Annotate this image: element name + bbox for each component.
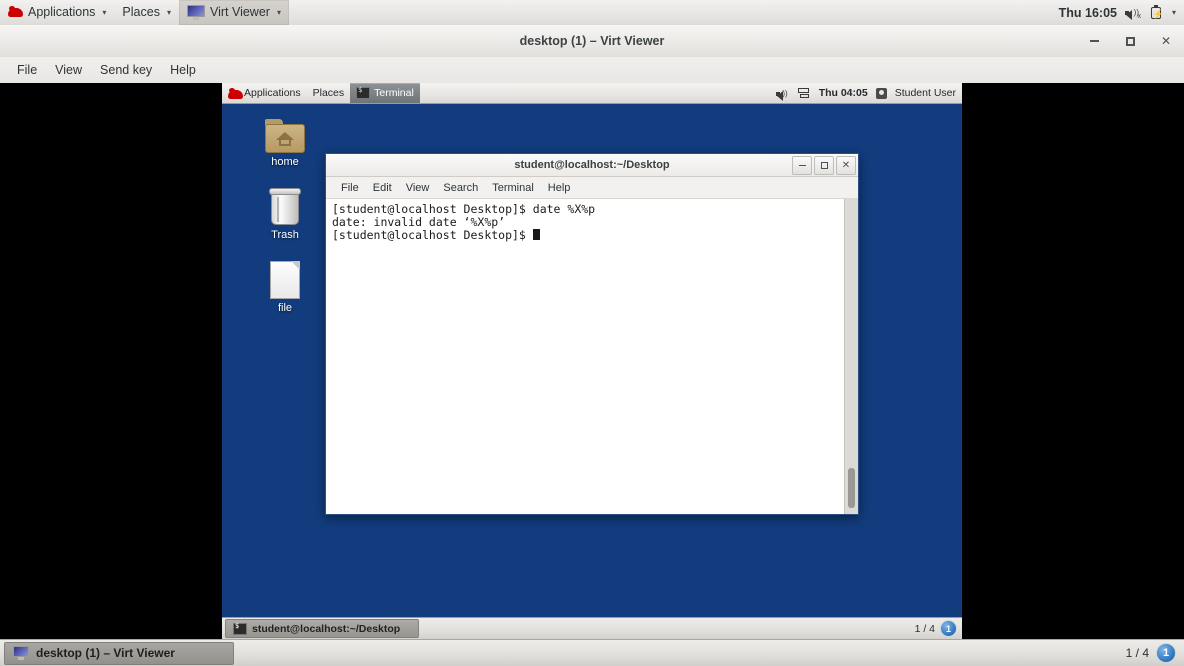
terminal-line-3: [student@localhost Desktop]$ xyxy=(332,228,533,243)
monitor-icon xyxy=(13,646,29,660)
host-menu-applications[interactable]: Applications ▾ xyxy=(0,0,114,25)
host-workspace-switcher[interactable]: 1 / 4 1 xyxy=(1126,643,1180,663)
file-icon xyxy=(270,261,300,299)
guest-menu-places-label: Places xyxy=(312,87,345,99)
desktop-icon-trash-label: Trash xyxy=(271,229,299,241)
host-panel-status-area: Thu 16:05 )) x ⚡ ▾ xyxy=(1051,5,1184,20)
menu-send-key[interactable]: Send key xyxy=(91,60,161,80)
close-button[interactable]: ✕ xyxy=(1158,33,1174,49)
host-workspace-label: 1 / 4 xyxy=(1125,646,1149,660)
guest-user-label[interactable]: Student User xyxy=(895,87,956,99)
host-menu-virt-viewer[interactable]: Virt Viewer ▾ xyxy=(178,0,289,25)
terminal-scrollbar-thumb[interactable] xyxy=(848,468,855,508)
monitor-icon xyxy=(186,5,205,20)
host-menu-applications-label: Applications xyxy=(28,5,96,19)
terminal-minimize-button[interactable] xyxy=(792,156,812,175)
host-workspace-badge[interactable]: 1 xyxy=(1156,643,1176,663)
terminal-scrollbar[interactable] xyxy=(844,199,858,514)
red-hat-logo-icon xyxy=(228,88,243,99)
maximize-button[interactable] xyxy=(1122,33,1138,49)
desktop-icon-file-label: file xyxy=(277,302,293,314)
terminal-menubar: File Edit View Search Terminal Help xyxy=(326,177,858,199)
user-icon xyxy=(875,87,887,99)
host-menu-virt-viewer-label: Virt Viewer xyxy=(209,5,270,19)
terminal-menu-search[interactable]: Search xyxy=(436,180,485,196)
terminal-menu-help[interactable]: Help xyxy=(541,180,578,196)
minimize-button[interactable] xyxy=(1086,33,1102,49)
virt-viewer-menubar: File View Send key Help xyxy=(0,57,1184,83)
chevron-down-icon[interactable]: ▾ xyxy=(1172,8,1176,17)
guest-desktop[interactable]: Applications Places Terminal )) Thu xyxy=(222,83,962,639)
virt-viewer-titlebar: desktop (1) – Virt Viewer ✕ xyxy=(0,25,1184,58)
guest-menu-applications-label: Applications xyxy=(244,87,301,99)
guest-workspace-badge[interactable]: 1 xyxy=(940,620,957,637)
terminal-menu-view[interactable]: View xyxy=(399,180,437,196)
host-taskbar-window-label: desktop (1) – Virt Viewer xyxy=(36,646,175,660)
terminal-window[interactable]: student@localhost:~/Desktop ✕ File Edit … xyxy=(325,153,859,515)
chevron-down-icon: ▾ xyxy=(276,8,281,17)
guest-menu-applications[interactable]: Applications xyxy=(222,83,307,103)
guest-taskbar: student@localhost:~/Desktop 1 / 4 1 xyxy=(222,617,962,639)
network-icon[interactable] xyxy=(797,87,811,99)
desktop-icon-file[interactable]: file xyxy=(252,261,318,314)
menu-help[interactable]: Help xyxy=(161,60,205,80)
battery-icon[interactable]: ⚡ xyxy=(1150,5,1164,20)
menu-view[interactable]: View xyxy=(46,60,91,80)
trash-icon xyxy=(268,188,302,226)
terminal-titlebar: student@localhost:~/Desktop ✕ xyxy=(326,154,858,177)
host-menu-places-label: Places xyxy=(122,5,160,19)
guest-workspace-switcher[interactable]: 1 / 4 1 xyxy=(915,620,959,637)
guest-clock[interactable]: Thu 04:05 xyxy=(819,87,868,99)
virt-viewer-title: desktop (1) – Virt Viewer xyxy=(519,34,665,48)
chevron-down-icon: ▾ xyxy=(102,8,107,17)
host-taskbar: desktop (1) – Virt Viewer 1 / 4 1 xyxy=(0,639,1184,666)
terminal-close-button[interactable]: ✕ xyxy=(836,156,856,175)
terminal-menu-edit[interactable]: Edit xyxy=(366,180,399,196)
guest-display-canvas[interactable]: Applications Places Terminal )) Thu xyxy=(0,83,1184,639)
guest-top-panel: Applications Places Terminal )) Thu xyxy=(222,83,962,104)
volume-muted-icon[interactable]: )) x xyxy=(1124,6,1141,20)
terminal-maximize-button[interactable] xyxy=(814,156,834,175)
terminal-cursor xyxy=(532,229,540,241)
guest-menu-terminal-label: Terminal xyxy=(374,87,414,99)
home-folder-icon xyxy=(265,119,305,153)
chevron-down-icon: ▾ xyxy=(166,8,171,17)
guest-taskbar-window-button[interactable]: student@localhost:~/Desktop xyxy=(225,619,419,638)
terminal-line-1: [student@localhost Desktop]$ date %X%p xyxy=(332,202,596,216)
desktop-icon-home[interactable]: home xyxy=(252,119,318,168)
host-menu-places[interactable]: Places ▾ xyxy=(114,0,179,25)
terminal-line-2: date: invalid date ‘%X%p’ xyxy=(332,215,506,230)
terminal-window-controls: ✕ xyxy=(792,156,856,175)
terminal-menu-terminal[interactable]: Terminal xyxy=(485,180,541,196)
terminal-icon xyxy=(233,622,247,635)
terminal-text: [student@localhost Desktop]$ date %X%p d… xyxy=(326,199,858,247)
host-clock[interactable]: Thu 16:05 xyxy=(1051,6,1125,20)
guest-panel-status-area: )) Thu 04:05 Student User xyxy=(775,87,962,101)
screen: Applications ▾ Places ▾ Virt Viewer ▾ Th… xyxy=(0,0,1184,666)
host-top-panel: Applications ▾ Places ▾ Virt Viewer ▾ Th… xyxy=(0,0,1184,26)
desktop-icon-home-label: home xyxy=(271,156,299,168)
terminal-output-area[interactable]: [student@localhost Desktop]$ date %X%p d… xyxy=(326,199,858,514)
terminal-icon xyxy=(356,86,371,99)
red-hat-logo-icon xyxy=(8,6,23,19)
virt-viewer-window-controls: ✕ xyxy=(1086,25,1174,57)
terminal-title: student@localhost:~/Desktop xyxy=(514,159,670,171)
terminal-menu-file[interactable]: File xyxy=(334,180,366,196)
guest-menu-places[interactable]: Places xyxy=(307,83,351,103)
guest-window-menu-terminal[interactable]: Terminal xyxy=(350,83,420,103)
menu-file[interactable]: File xyxy=(8,60,46,80)
host-taskbar-window-button[interactable]: desktop (1) – Virt Viewer xyxy=(4,641,234,665)
volume-icon[interactable]: )) xyxy=(775,87,790,101)
desktop-icon-trash[interactable]: Trash xyxy=(252,188,318,241)
guest-taskbar-window-label: student@localhost:~/Desktop xyxy=(252,622,401,635)
guest-workspace-label: 1 / 4 xyxy=(914,622,935,635)
